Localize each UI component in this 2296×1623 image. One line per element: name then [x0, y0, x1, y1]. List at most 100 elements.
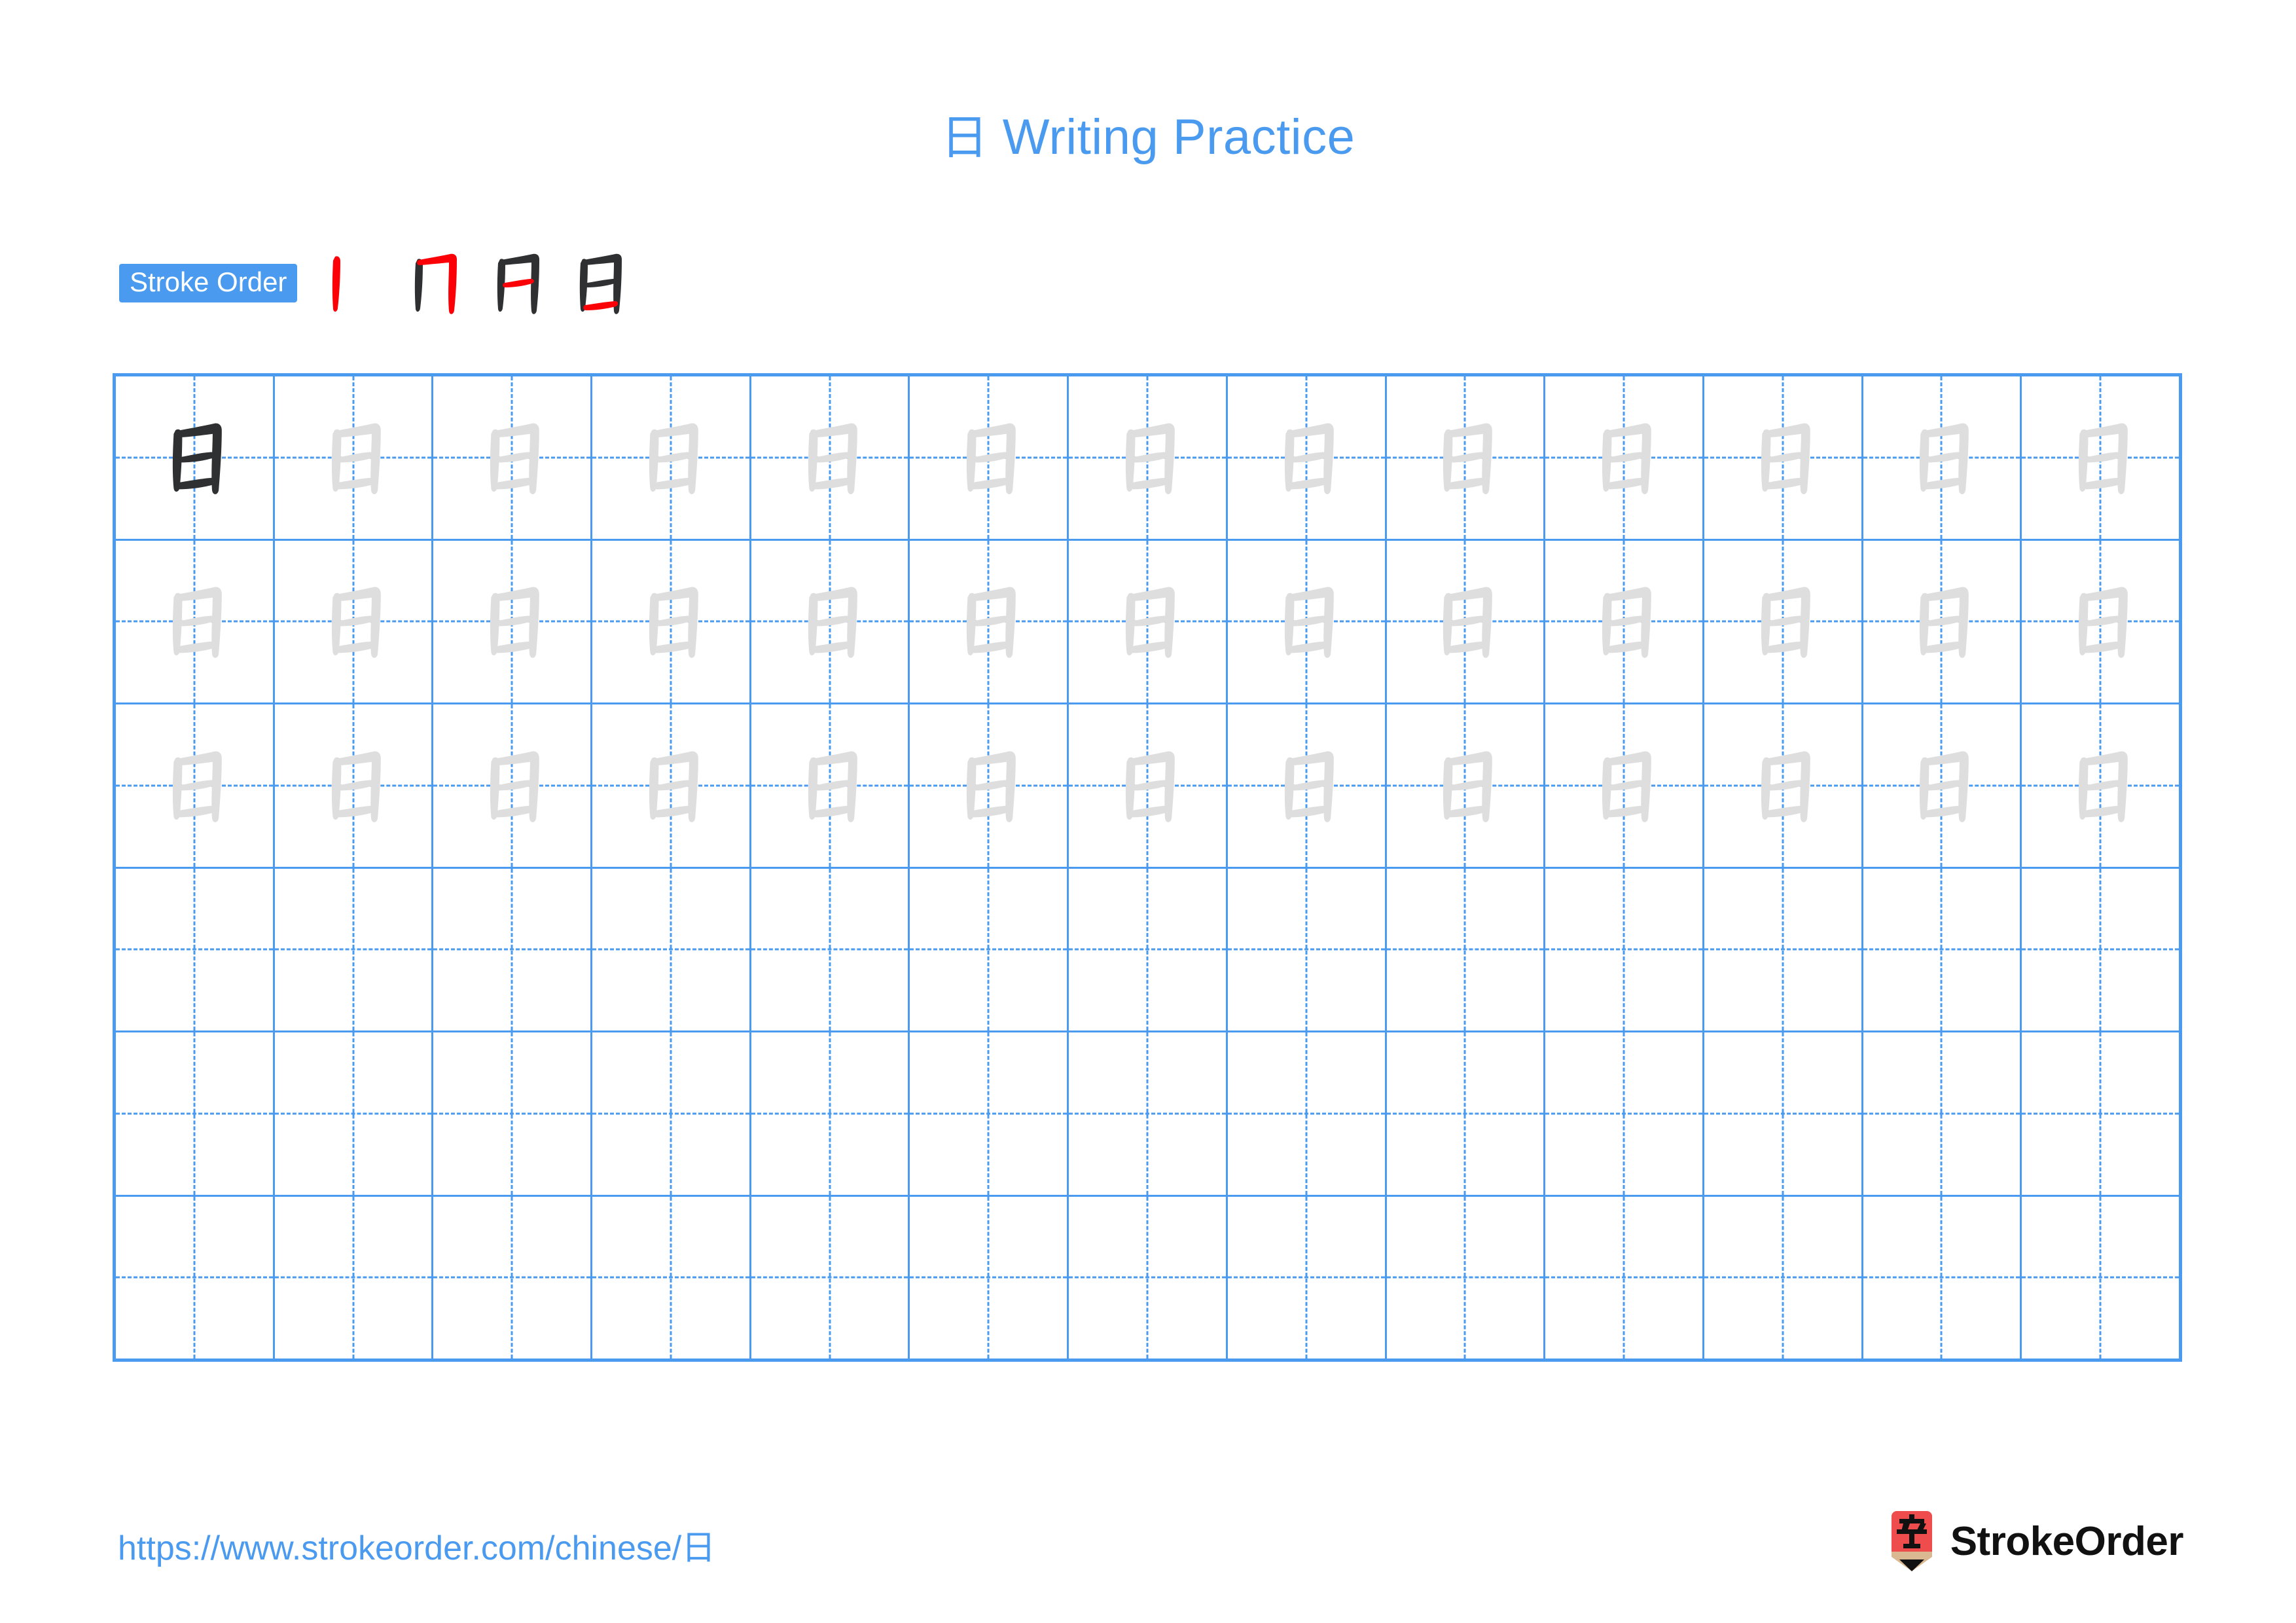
- practice-grid-cell[interactable]: [1069, 1196, 1228, 1359]
- practice-grid-cell[interactable]: [2022, 869, 2179, 1031]
- practice-grid-cell[interactable]: [592, 704, 751, 867]
- practice-character-glyph: [967, 587, 1016, 659]
- practice-grid-cell[interactable]: [1387, 540, 1546, 702]
- practice-grid-cell[interactable]: [2022, 541, 2179, 703]
- practice-grid-cell[interactable]: [275, 1196, 434, 1359]
- practice-grid-cell[interactable]: [275, 1032, 434, 1195]
- practice-grid-cell[interactable]: [433, 1032, 593, 1195]
- practice-grid-cell[interactable]: [1387, 1032, 1546, 1195]
- practice-grid-cell[interactable]: [1704, 704, 1863, 867]
- practice-grid-cell[interactable]: [433, 376, 593, 539]
- practice-grid-cell[interactable]: [1387, 1196, 1546, 1359]
- practice-grid-cell[interactable]: [751, 1196, 910, 1359]
- practice-grid-cell[interactable]: [1545, 1032, 1704, 1195]
- practice-grid-cell[interactable]: [592, 376, 751, 539]
- practice-grid-cell[interactable]: [2022, 376, 2179, 539]
- practice-grid-cell[interactable]: [1863, 704, 2022, 867]
- practice-character-glyph: [1602, 751, 1651, 822]
- practice-grid-cell[interactable]: [1228, 1196, 1387, 1359]
- practice-grid-cell[interactable]: [1704, 868, 1863, 1030]
- practice-grid-cell[interactable]: [1704, 1196, 1863, 1359]
- practice-grid-cell[interactable]: [910, 540, 1069, 702]
- practice-grid-cell[interactable]: [116, 1196, 275, 1359]
- practice-grid-cell[interactable]: [1228, 376, 1387, 539]
- practice-grid-cell[interactable]: [275, 868, 434, 1030]
- practice-grid-cell[interactable]: [433, 1196, 593, 1359]
- practice-grid-cell[interactable]: [116, 704, 275, 867]
- practice-grid-cell[interactable]: [1387, 704, 1546, 867]
- trace-character: [910, 578, 1067, 665]
- practice-character-glyph: [1761, 751, 1810, 822]
- practice-grid-cell[interactable]: [2022, 1032, 2179, 1195]
- practice-character-glyph: [808, 587, 857, 659]
- practice-grid-cell[interactable]: [1387, 868, 1546, 1030]
- practice-grid-cell[interactable]: [1069, 540, 1228, 702]
- practice-grid-row: [116, 1196, 2179, 1359]
- practice-grid-cell[interactable]: [116, 540, 275, 702]
- practice-grid-cell[interactable]: [910, 1032, 1069, 1195]
- practice-grid-cell[interactable]: [1069, 704, 1228, 867]
- trace-character: [1863, 742, 2020, 829]
- practice-grid-cell[interactable]: [2022, 704, 2179, 867]
- practice-grid-cell[interactable]: [1387, 376, 1546, 539]
- practice-grid-cell[interactable]: [751, 704, 910, 867]
- practice-grid-cell[interactable]: [1228, 704, 1387, 867]
- practice-grid-cell[interactable]: [592, 540, 751, 702]
- practice-character-glyph: [331, 587, 381, 659]
- practice-grid-cell[interactable]: [751, 540, 910, 702]
- practice-character-glyph: [2079, 587, 2128, 659]
- practice-grid-cell[interactable]: [1545, 540, 1704, 702]
- practice-grid-cell[interactable]: [751, 1032, 910, 1195]
- practice-grid-cell[interactable]: [2022, 1197, 2179, 1359]
- practice-grid-cell[interactable]: [1863, 376, 2022, 539]
- stroke-step-1-icon: [332, 256, 341, 312]
- practice-grid-cell[interactable]: [1704, 540, 1863, 702]
- practice-grid-cell[interactable]: [1228, 868, 1387, 1030]
- practice-grid-cell[interactable]: [1069, 868, 1228, 1030]
- trace-character: [433, 742, 590, 829]
- practice-grid-cell[interactable]: [116, 868, 275, 1030]
- strokeorder-logo-icon: [1891, 1511, 1932, 1571]
- practice-grid-cell[interactable]: [433, 704, 593, 867]
- practice-grid-cell[interactable]: [1863, 1032, 2022, 1195]
- practice-grid-cell[interactable]: [1863, 540, 2022, 702]
- practice-grid-cell[interactable]: [433, 868, 593, 1030]
- practice-grid-cell[interactable]: [1545, 868, 1704, 1030]
- practice-grid-cell[interactable]: [1863, 868, 2022, 1030]
- practice-grid-cell[interactable]: [910, 868, 1069, 1030]
- practice-grid-cell[interactable]: [910, 376, 1069, 539]
- trace-character: [751, 742, 908, 829]
- practice-grid-cell[interactable]: [751, 376, 910, 539]
- practice-grid-cell[interactable]: [1545, 1196, 1704, 1359]
- page-title-character: 日: [941, 110, 989, 165]
- practice-grid-cell[interactable]: [592, 1196, 751, 1359]
- practice-grid-cell[interactable]: [1704, 376, 1863, 539]
- practice-grid-cell[interactable]: [433, 540, 593, 702]
- practice-grid-cell[interactable]: [116, 376, 275, 539]
- practice-grid-cell[interactable]: [1069, 376, 1228, 539]
- practice-grid-cell[interactable]: [1863, 1196, 2022, 1359]
- practice-grid-cell[interactable]: [275, 704, 434, 867]
- practice-grid-cell[interactable]: [1069, 1032, 1228, 1195]
- practice-grid-cell[interactable]: [751, 868, 910, 1030]
- practice-grid-cell[interactable]: [592, 1032, 751, 1195]
- practice-character-glyph: [2079, 423, 2128, 494]
- practice-grid-cell[interactable]: [116, 1032, 275, 1195]
- practice-grid-cell[interactable]: [1228, 540, 1387, 702]
- practice-grid-cell[interactable]: [275, 376, 434, 539]
- trace-character: [910, 742, 1067, 829]
- practice-grid-cell[interactable]: [910, 1196, 1069, 1359]
- trace-character: [1704, 578, 1861, 665]
- practice-grid-cell[interactable]: [1228, 1032, 1387, 1195]
- practice-grid-cell[interactable]: [1545, 376, 1704, 539]
- practice-character-glyph: [172, 587, 222, 659]
- practice-grid-cell[interactable]: [910, 704, 1069, 867]
- practice-character-glyph: [490, 751, 540, 822]
- practice-grid-cell[interactable]: [1704, 1032, 1863, 1195]
- footer-url-link[interactable]: https://www.strokeorder.com/chinese/日: [118, 1520, 715, 1569]
- trace-character: [275, 742, 432, 829]
- practice-grid-cell[interactable]: [1545, 704, 1704, 867]
- practice-character-glyph: [1125, 587, 1175, 659]
- practice-grid-cell[interactable]: [592, 868, 751, 1030]
- practice-grid-cell[interactable]: [275, 540, 434, 702]
